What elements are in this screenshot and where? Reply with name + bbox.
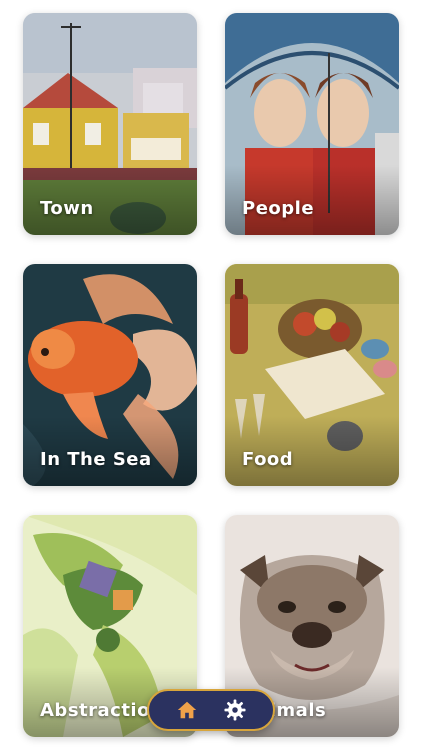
settings-button[interactable] xyxy=(221,696,249,724)
gear-icon xyxy=(224,699,246,721)
category-card-food[interactable]: Food xyxy=(225,264,399,486)
home-button[interactable] xyxy=(173,696,201,724)
category-grid: Town People In The Sea Food Abstraction … xyxy=(0,0,422,750)
category-label: People xyxy=(242,198,315,219)
bottom-nav-bar xyxy=(147,689,275,731)
category-label: Abstraction xyxy=(40,700,164,721)
home-icon xyxy=(177,701,197,719)
category-card-town[interactable]: Town xyxy=(23,13,197,235)
category-label: In The Sea xyxy=(40,449,152,470)
category-card-people[interactable]: People xyxy=(225,13,399,235)
category-label: Food xyxy=(242,449,294,470)
category-label: Town xyxy=(40,198,94,219)
category-card-in-the-sea[interactable]: In The Sea xyxy=(23,264,197,486)
